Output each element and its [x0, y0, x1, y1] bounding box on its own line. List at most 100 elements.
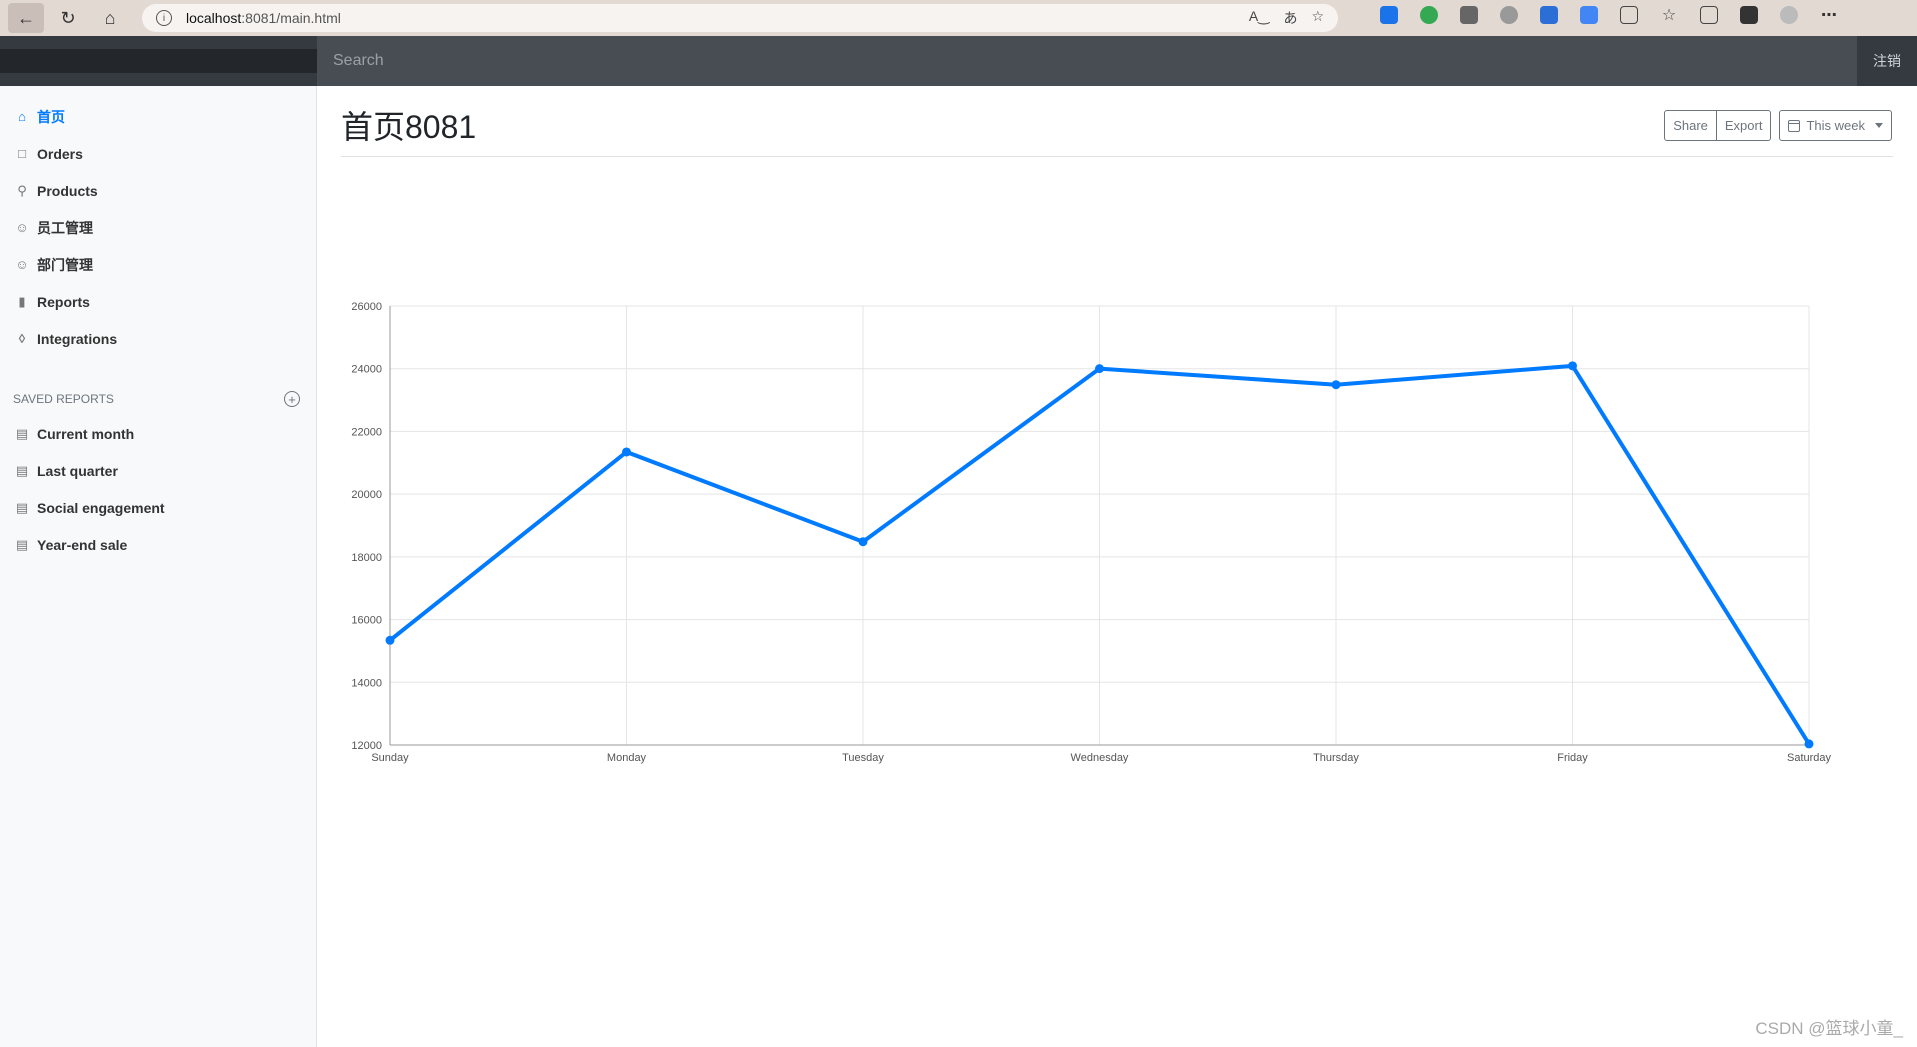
- add-report-icon[interactable]: +: [284, 391, 300, 407]
- data-point: [622, 447, 631, 457]
- sidebar-item-label: 部门管理: [37, 256, 93, 273]
- sidebar-item-label: Reports: [37, 293, 90, 310]
- saved-reports-list: ▤ Current month ▤ Last quarter ▤ Social …: [0, 411, 316, 563]
- x-tick-label: Thursday: [1313, 752, 1359, 764]
- export-button[interactable]: Export: [1716, 110, 1772, 141]
- sidebar-item-reports[interactable]: ▮ Reports: [0, 283, 316, 320]
- top-navbar: Search 注销: [0, 36, 1917, 86]
- sidebar-item-label: Integrations: [37, 330, 118, 347]
- header-divider: [341, 156, 1893, 157]
- users-icon: ☺: [15, 220, 29, 235]
- shield-extension-icon[interactable]: [1420, 6, 1438, 24]
- saved-report-social-engagement[interactable]: ▤ Social engagement: [0, 489, 316, 526]
- x-tick-label: Wednesday: [1071, 752, 1129, 764]
- x-tick-label: Saturday: [1787, 752, 1832, 764]
- data-point: [1095, 364, 1104, 374]
- data-point: [1568, 361, 1577, 371]
- url-path: :8081/main.html: [241, 10, 341, 26]
- date-range-label: This week: [1806, 118, 1865, 133]
- address-bar[interactable]: i localhost:8081/main.html A‿ あ ☆: [142, 4, 1338, 32]
- sidebar-item-departments[interactable]: ☺ 部门管理: [0, 246, 316, 283]
- translate-extension-icon[interactable]: [1540, 6, 1558, 24]
- sidebar-nav: ⌂ 首页 □ Orders ⚲ Products ☺ 员工管理 ☺ 部门管理 ▮…: [0, 86, 316, 357]
- saved-report-last-quarter[interactable]: ▤ Last quarter: [0, 452, 316, 489]
- y-tick-label: 12000: [351, 740, 382, 752]
- sidebar-item-employees[interactable]: ☺ 员工管理: [0, 209, 316, 246]
- y-tick-label: 26000: [351, 301, 382, 313]
- back-icon[interactable]: ←: [8, 3, 44, 33]
- more-menu-icon[interactable]: ⋯: [1820, 6, 1838, 24]
- data-point: [1804, 739, 1814, 749]
- y-tick-label: 22000: [351, 426, 382, 438]
- y-tick-label: 16000: [351, 615, 382, 627]
- caret-down-icon: [1875, 123, 1883, 128]
- file-text-icon: ▤: [15, 536, 29, 552]
- saved-report-label: Last quarter: [37, 462, 118, 479]
- sidebar-item-integrations[interactable]: ◊ Integrations: [0, 320, 316, 357]
- layers-icon: ◊: [18, 331, 26, 346]
- line-chart: 12000 14000 16000 18000 20000 22000 24000 26000…: [351, 301, 1832, 764]
- sidebar-item-label: Orders: [37, 145, 83, 162]
- x-tick-label: Sunday: [371, 752, 409, 764]
- saved-report-year-end-sale[interactable]: ▤ Year-end sale: [0, 526, 316, 563]
- bar-chart-icon: ▮: [18, 293, 26, 309]
- collections-icon[interactable]: [1700, 6, 1718, 24]
- y-tick-label: 14000: [351, 677, 382, 689]
- share-export-group: Share Export: [1664, 110, 1772, 141]
- x-tick-label: Friday: [1557, 752, 1588, 764]
- extensions-bar: ☆ ⋯: [1380, 6, 1838, 24]
- sidebar-item-products[interactable]: ⚲ Products: [0, 172, 316, 209]
- google-translate-icon[interactable]: [1580, 6, 1598, 24]
- saved-report-label: Social engagement: [37, 499, 165, 516]
- brand-area[interactable]: [0, 49, 317, 73]
- data-point: [1331, 380, 1341, 390]
- saved-report-label: Current month: [37, 425, 135, 442]
- page-toolbar: Share Export This week: [1664, 110, 1892, 141]
- signout-link[interactable]: 注销: [1857, 36, 1917, 86]
- users-icon: ☺: [15, 257, 29, 272]
- x-tick-label: Tuesday: [842, 752, 884, 764]
- gear-extension-icon[interactable]: [1500, 6, 1518, 24]
- reload-icon[interactable]: ↻: [50, 3, 86, 33]
- sidebar-item-label: 员工管理: [37, 219, 93, 236]
- page-title: 首页8081: [341, 109, 477, 145]
- profile-avatar-icon[interactable]: [1780, 6, 1798, 24]
- saved-report-label: Year-end sale: [37, 536, 128, 553]
- edge-icon[interactable]: [1740, 6, 1758, 24]
- share-button[interactable]: Share: [1664, 110, 1717, 141]
- cart-icon: ⚲: [17, 182, 27, 198]
- sidebar: ⌂ 首页 □ Orders ⚲ Products ☺ 员工管理 ☺ 部门管理 ▮…: [0, 86, 317, 1047]
- y-tick-label: 18000: [351, 552, 382, 564]
- site-info-icon[interactable]: i: [156, 10, 172, 26]
- data-point: [385, 635, 395, 645]
- search-input[interactable]: Search: [317, 36, 1857, 86]
- sidebar-item-home[interactable]: ⌂ 首页: [0, 98, 316, 135]
- read-aloud-icon[interactable]: A‿: [1249, 8, 1270, 28]
- calendar-icon: [1788, 119, 1801, 132]
- url-host: localhost: [186, 10, 242, 26]
- file-text-icon: ▤: [15, 462, 29, 478]
- favorites-icon[interactable]: ☆: [1660, 6, 1678, 24]
- data-point: [858, 537, 868, 547]
- puzzle-icon[interactable]: [1620, 6, 1638, 24]
- watermark: CSDN @篮球小童_: [1755, 1019, 1903, 1038]
- home-icon: ⌂: [18, 109, 26, 124]
- date-range-dropdown[interactable]: This week: [1779, 110, 1892, 141]
- translate-icon[interactable]: あ: [1283, 8, 1297, 28]
- file-icon: □: [18, 146, 26, 161]
- saved-reports-heading: SAVED REPORTS +: [0, 387, 316, 411]
- sidebar-item-orders[interactable]: □ Orders: [0, 135, 316, 172]
- x-tick-label: Monday: [607, 752, 647, 764]
- bing-icon[interactable]: [1380, 6, 1398, 24]
- y-tick-label: 24000: [351, 364, 382, 376]
- favorite-star-icon[interactable]: ☆: [1311, 8, 1324, 28]
- sidebar-item-label: Products: [37, 182, 98, 199]
- y-tick-label: 20000: [351, 489, 382, 501]
- s-extension-icon[interactable]: [1460, 6, 1478, 24]
- saved-reports-label: SAVED REPORTS: [13, 392, 114, 406]
- home-browser-icon[interactable]: ⌂: [92, 3, 128, 33]
- file-text-icon: ▤: [15, 499, 29, 515]
- sidebar-item-label: 首页: [37, 108, 65, 125]
- file-text-icon: ▤: [15, 425, 29, 441]
- saved-report-current-month[interactable]: ▤ Current month: [0, 415, 316, 452]
